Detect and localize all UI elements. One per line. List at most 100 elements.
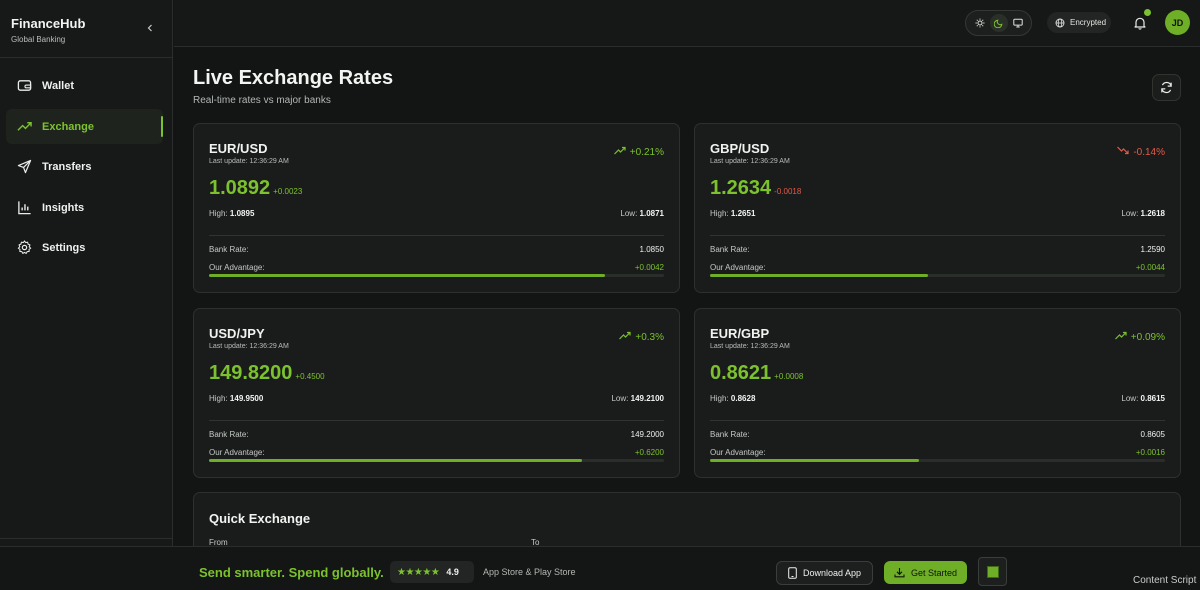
high-value: High: 0.8628 [710,394,755,403]
get-started-button[interactable]: Get Started [884,561,967,584]
encrypted-label: Encrypted [1070,18,1107,27]
trending-down-icon [1117,146,1129,158]
trending-up-icon [619,331,631,343]
change-percent: +0.21% [629,146,664,158]
sidebar-item-transfers[interactable]: Transfers [6,149,163,184]
rate-delta: +0.0023 [273,187,303,196]
page-title: Live Exchange Rates [193,67,394,89]
refresh-icon [1161,81,1172,94]
square-icon [986,565,999,578]
currency-pair: EUR/USD [209,141,268,156]
rate-delta: +0.0008 [774,372,804,381]
bank-rate-value: 149.2000 [630,430,664,439]
brand: FinanceHub Global Banking [11,16,85,44]
moon-icon [993,19,1002,28]
low-value: Low: 149.2100 [611,394,664,403]
bank-rate-label: Bank Rate: [710,245,750,254]
bank-rate-value: 0.8605 [1140,430,1165,439]
promo-banner: Send smarter. Spend globally. ★★★★★ 4.9 … [0,546,1200,590]
low-number: 149.2100 [630,394,664,403]
collapse-sidebar-button[interactable] [143,21,157,35]
advantage-label: Our Advantage: [209,448,265,457]
change-percent: +0.3% [635,331,664,343]
refresh-button[interactable] [1152,74,1181,101]
low-number: 0.8615 [1140,394,1165,403]
advantage-value: +0.0042 [634,263,664,272]
low-number: 1.2618 [1140,209,1165,218]
sidebar-item-insights[interactable]: Insights [6,190,163,225]
bank-rate-label: Bank Rate: [209,430,249,439]
advantage-bar [209,274,664,277]
store-text: App Store & Play Store [483,567,576,577]
high-label: High: [710,209,729,218]
low-value: Low: 1.2618 [1121,209,1165,218]
smartphone-icon [788,567,797,579]
last-update: Last update: 12:36:29 AM [209,343,289,350]
sidebar-item-wallet[interactable]: Wallet [6,68,163,103]
sidebar-bottom-divider [0,538,173,539]
high-value: High: 1.0895 [209,209,254,218]
currency-pair: USD/JPY [209,326,265,341]
send-icon [16,159,32,175]
download-app-button[interactable]: Download App [776,561,873,585]
bank-rate-label: Bank Rate: [710,430,750,439]
low-label: Low: [611,394,629,403]
advantage-label: Our Advantage: [710,263,766,272]
sidebar-item-label: Transfers [42,160,92,173]
exchange-rate: 149.8200 +0.4500 [209,362,325,385]
avatar[interactable]: JD [1165,10,1190,35]
quick-exchange-title: Quick Exchange [209,511,311,526]
high-label: High: [209,394,228,403]
advantage-value: +0.0016 [1135,448,1165,457]
rate-value: 0.8621 [710,362,772,384]
rate-delta: -0.0018 [774,187,802,196]
last-update: Last update: 12:36:29 AM [710,343,790,350]
rate-value: 1.0892 [209,177,271,199]
advantage-bar-fill [710,459,920,462]
sidebar-item-settings[interactable]: Settings [6,230,163,265]
sidebar-divider [0,57,173,58]
card-divider [710,420,1165,421]
low-value: Low: 1.0871 [620,209,664,218]
bank-rate-value: 1.0850 [639,245,664,254]
advantage-label: Our Advantage: [209,263,265,272]
sidebar-item-exchange[interactable]: Exchange [6,109,163,144]
rate-value: 1.2634 [710,177,772,199]
brand-subtitle: Global Banking [11,35,66,44]
get-started-label: Get Started [910,567,958,578]
theme-light-option[interactable] [971,14,989,32]
page-subtitle: Real-time rates vs major banks [193,95,331,106]
monitor-icon [1012,18,1023,28]
advantage-value: +0.0044 [1135,263,1165,272]
chevron-left-icon [147,24,152,32]
sidebar-item-label: Wallet [42,79,74,92]
card-divider [710,235,1165,236]
currency-pair: EUR/GBP [710,326,770,341]
advantage-bar-fill [209,274,605,277]
sun-icon [975,18,984,28]
trending-up-icon [613,146,626,158]
card-divider [209,235,664,236]
rate-value: 149.8200 [209,362,293,384]
last-update: Last update: 12:36:29 AM [209,158,289,165]
change-percent: +0.09% [1130,331,1165,343]
sidebar: FinanceHub Global Banking Wallet Exchang… [0,0,173,590]
sidebar-item-label: Settings [42,241,86,254]
encrypted-badge: Encrypted [1047,12,1111,33]
theme-dark-option[interactable] [989,14,1008,32]
low-label: Low: [1121,394,1139,403]
rate-card-gbp-usd: GBP/USD Last update: 12:36:29 AM -0.14% … [694,123,1181,293]
theme-switcher [965,10,1032,36]
advantage-bar [209,459,664,462]
rate-card-eur-gbp: EUR/GBP Last update: 12:36:29 AM +0.09% … [694,308,1181,478]
low-label: Low: [620,209,638,218]
gear-icon [16,240,32,256]
brand-title: FinanceHub [11,16,86,31]
sidebar-item-label: Exchange [42,120,94,133]
low-label: Low: [1121,209,1139,218]
high-label: High: [209,209,228,218]
theme-system-option[interactable] [1009,14,1027,32]
extension-toggle-button[interactable] [978,557,1007,586]
advantage-label: Our Advantage: [710,448,766,457]
high-label: High: [710,394,729,403]
